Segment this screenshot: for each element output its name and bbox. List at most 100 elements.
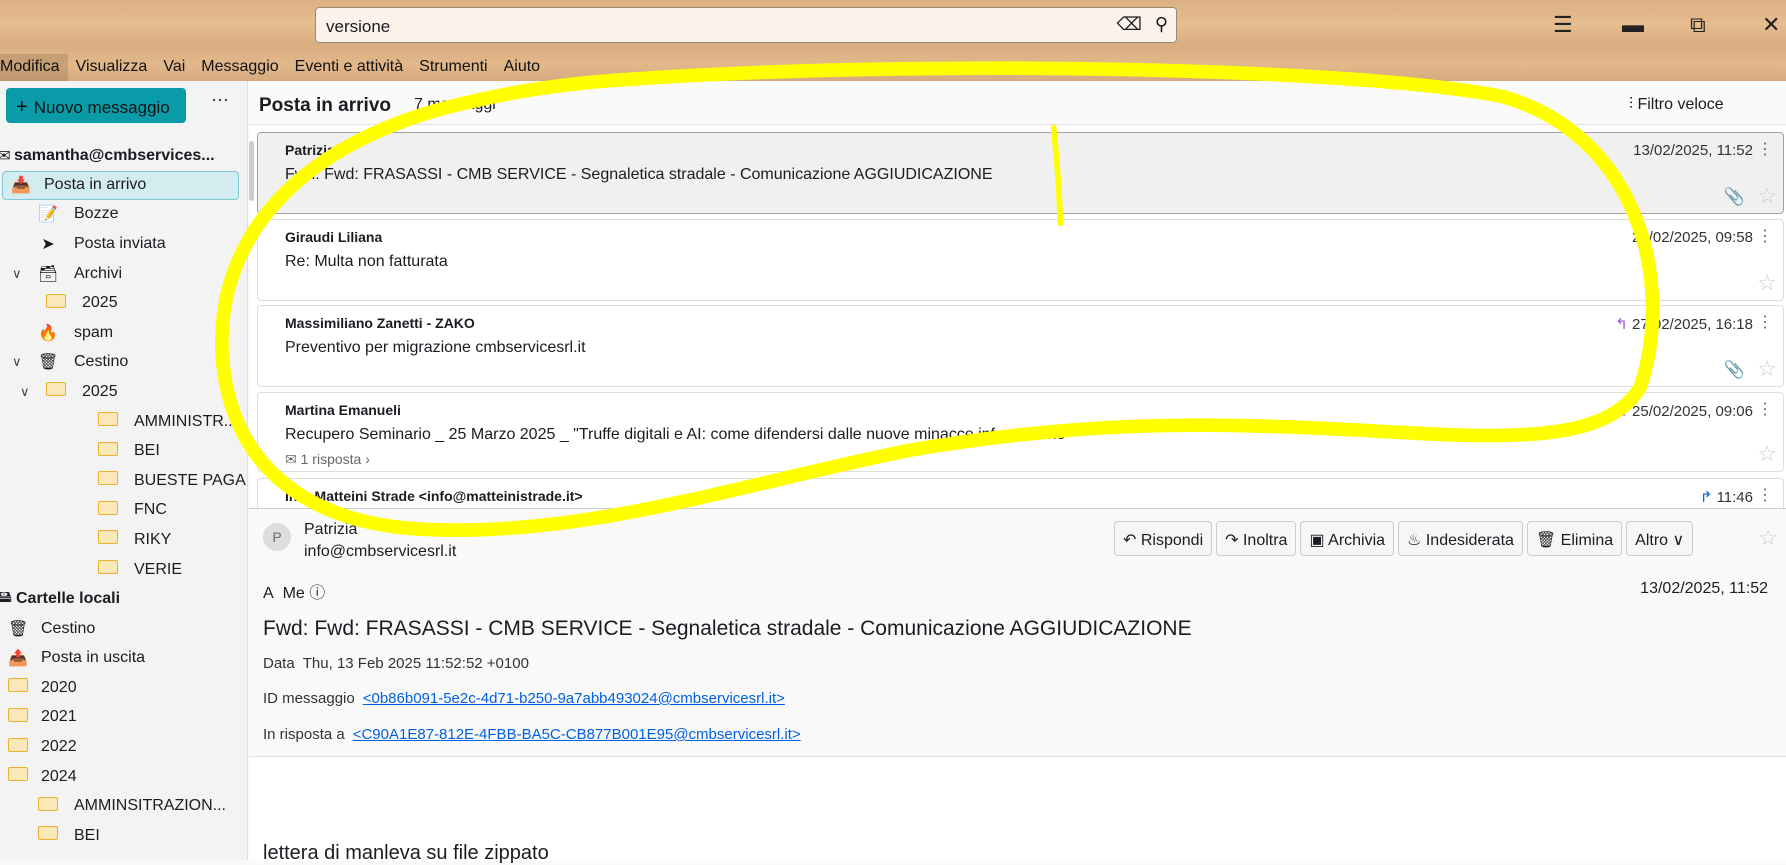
recipients: A Me ⓘ: [263, 579, 325, 603]
search-input[interactable]: versione ⌫ ⚲: [315, 7, 1177, 43]
search-icon[interactable]: ⚲: [1155, 14, 1168, 35]
thread-icon: ✉: [285, 451, 301, 467]
menu-modifica[interactable]: Modifica: [0, 54, 68, 81]
message-sender: Patrizia: [285, 142, 335, 158]
spam-icon: 🔥: [38, 324, 58, 342]
folder-label: AMMINISTR...: [134, 412, 238, 430]
archive-icon: 🗃: [38, 265, 59, 283]
list-scrollbar[interactable]: [249, 141, 254, 201]
archive-button[interactable]: ▣ Archivia: [1300, 521, 1395, 556]
folder-riky[interactable]: RIKY: [0, 525, 248, 555]
folder-bei[interactable]: BEI: [0, 436, 248, 466]
folder-icon: [46, 293, 66, 313]
star-icon[interactable]: ☆: [1757, 270, 1777, 296]
folder-archivi[interactable]: ∨ 🗃 Archivi: [0, 259, 248, 289]
message-subject: Re: Multa non fatturata: [285, 253, 448, 270]
close-icon[interactable]: ✕: [1762, 12, 1780, 38]
message-reader: P Patrizia info@cmbservicesrl.it ↶ Rispo…: [249, 508, 1786, 864]
folder-posta-in-uscita[interactable]: 📤 Posta in uscita: [0, 644, 248, 674]
menu-messaggio[interactable]: Messaggio: [193, 54, 286, 81]
folder-tree: ✉ samantha@cmbservices... 📥 Posta in arrivo…: [0, 141, 248, 851]
menu-strumenti[interactable]: Strumenti: [411, 54, 495, 81]
star-icon[interactable]: ☆: [1758, 525, 1778, 551]
message-subject: Preventivo per migrazione cmbservicesrl.…: [285, 339, 586, 356]
folder-amministr-[interactable]: AMMINISTR...: [0, 407, 248, 437]
new-message-button[interactable]: + Nuovo messaggio: [6, 88, 186, 123]
junk-button[interactable]: ♨ Indesiderata: [1398, 521, 1523, 556]
delete-button[interactable]: 🗑 Elimina: [1526, 521, 1623, 556]
folder-2021[interactable]: 2021: [0, 703, 248, 733]
forward-button[interactable]: ↷ Inoltra: [1216, 521, 1297, 556]
folder-2022[interactable]: 2022: [0, 732, 248, 762]
message-list-pane: Posta in arrivo 7 messaggi ⫶ Filtro velo…: [249, 81, 1786, 518]
message-count: 7 messaggi: [414, 96, 496, 113]
hamburger-icon[interactable]: ☰: [1553, 12, 1573, 38]
chevron-down-icon[interactable]: ∨: [12, 354, 22, 370]
menu-aiuto[interactable]: Aiuto: [496, 54, 548, 81]
folder-2025[interactable]: ∨ 2025: [0, 377, 248, 407]
sent-icon: ➤: [41, 235, 55, 253]
folder-label: Bozze: [74, 205, 119, 223]
more-options-icon[interactable]: ⋮: [1757, 399, 1773, 419]
forward-icon: ↷: [1225, 532, 1243, 549]
folder-icon: [98, 530, 118, 549]
more-options-icon[interactable]: ⋮: [1757, 226, 1773, 246]
more-options-icon[interactable]: ⋮: [1757, 485, 1773, 505]
folder-cestino[interactable]: 🗑 Cestino: [0, 614, 248, 644]
folder-bozze[interactable]: 📝 Bozze: [0, 200, 248, 230]
folder-posta-inviata[interactable]: ➤ Posta inviata: [0, 229, 248, 259]
replies-link[interactable]: ✉ 1 risposta ›: [285, 451, 370, 468]
star-icon[interactable]: ☆: [1757, 183, 1777, 209]
message-sender: Massimiliano Zanetti - ZAKO: [285, 315, 475, 331]
chevron-down-icon[interactable]: ∨: [20, 384, 30, 400]
sender-name[interactable]: Patrizia: [304, 521, 357, 539]
to-value[interactable]: Me: [283, 585, 305, 602]
folder-samantha-cmbservices-[interactable]: ✉ samantha@cmbservices...: [0, 141, 248, 171]
folder-pane: + Nuovo messaggio ··· ✉ samantha@cmbservic…: [0, 81, 248, 860]
folder-label: spam: [74, 323, 114, 341]
date-label: Data: [263, 655, 295, 672]
folder-2025[interactable]: 2025: [0, 288, 248, 318]
message-id-link[interactable]: <0b86b091-5e2c-4d71-b250-9a7abb493024@cm…: [363, 690, 785, 707]
in-reply-to-link[interactable]: <C90A1E87-812E-4FBB-BA5C-CB877B001E95@cm…: [353, 726, 801, 743]
chevron-down-icon[interactable]: ∨: [12, 266, 22, 282]
quick-filter-button[interactable]: ⫶ Filtro veloce: [1629, 96, 1724, 114]
folder-bueste-paga[interactable]: BUESTE PAGA: [0, 466, 248, 496]
forward-label: Inoltra: [1242, 532, 1288, 549]
folder-cartelle-locali[interactable]: 🖴 Cartelle locali: [0, 584, 248, 614]
folder-fnc[interactable]: FNC: [0, 496, 248, 526]
flame-icon: ♨: [1407, 532, 1426, 549]
folder-bei[interactable]: BEI: [0, 821, 248, 851]
message-row[interactable]: Patrizia Fwd: Fwd: FRASASSI - CMB SERVICE…: [257, 132, 1784, 214]
more-icon[interactable]: ···: [211, 89, 229, 110]
folder-verie[interactable]: VERIE: [0, 555, 248, 585]
folder-icon: [98, 560, 118, 579]
message-subject: Recupero Seminario _ 25 Marzo 2025 _ "Tr…: [285, 426, 1071, 443]
more-button[interactable]: Altro ∨: [1626, 521, 1694, 556]
folder-spam[interactable]: 🔥 spam: [0, 318, 248, 348]
menu-eventi[interactable]: Eventi e attività: [287, 54, 412, 81]
minimize-icon[interactable]: ▬: [1622, 12, 1644, 38]
star-icon[interactable]: ☆: [1757, 356, 1777, 382]
more-options-icon[interactable]: ⋮: [1757, 312, 1773, 332]
message-row[interactable]: Massimiliano Zanetti - ZAKO Preventivo pe…: [257, 305, 1784, 387]
folder-2020[interactable]: 2020: [0, 673, 248, 703]
sender-address[interactable]: info@cmbservicesrl.it: [304, 543, 456, 561]
menu-vai[interactable]: Vai: [155, 54, 193, 81]
message-row[interactable]: Giraudi Liliana Re: Multa non fatturata 21…: [257, 219, 1784, 301]
folder-cestino[interactable]: ∨ 🗑 Cestino: [0, 348, 248, 378]
reply-button[interactable]: ↶ Rispondi: [1114, 521, 1213, 556]
folder-label: Posta inviata: [74, 234, 166, 252]
folder-posta-in-arrivo[interactable]: 📥 Posta in arrivo: [2, 170, 239, 200]
folder-label: FNC: [134, 501, 167, 519]
folder-label: RIKY: [134, 530, 172, 548]
backspace-icon[interactable]: ⌫: [1117, 14, 1142, 35]
menu-visualizza[interactable]: Visualizza: [68, 54, 156, 81]
message-row[interactable]: Martina Emanueli Recupero Seminario _ 25 …: [257, 392, 1784, 472]
folder-amminsitrazion-[interactable]: AMMINSITRAZION...: [0, 791, 248, 821]
star-icon[interactable]: ☆: [1757, 441, 1777, 467]
folder-2024[interactable]: 2024: [0, 762, 248, 792]
more-options-icon[interactable]: ⋮: [1757, 139, 1773, 159]
restore-icon[interactable]: ⧉: [1690, 12, 1706, 38]
folder-icon: [98, 500, 118, 520]
